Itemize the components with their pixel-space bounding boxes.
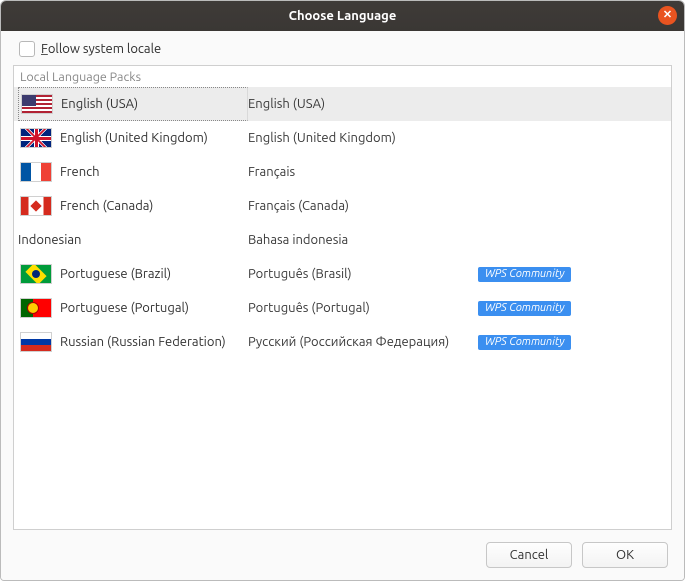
flag-pt-icon (20, 298, 52, 318)
flag-ru-icon (20, 332, 52, 352)
flag-uk-icon (20, 128, 52, 148)
language-cell-name: Portuguese (Brazil) (18, 257, 248, 291)
language-list: English (USA) English (USA) English (Unite… (14, 87, 671, 529)
dialog-footer: Cancel OK (13, 530, 672, 568)
language-cell-name: French (18, 155, 248, 189)
cancel-button[interactable]: Cancel (486, 542, 572, 568)
language-row[interactable]: Portuguese (Brazil) Português (Brasil)WPS… (14, 257, 671, 291)
language-cell-name: French (Canada) (18, 189, 248, 223)
titlebar: Choose Language ✕ (1, 1, 684, 31)
language-native: Bahasa indonesia (248, 233, 478, 247)
language-name: French (60, 165, 100, 179)
flag-ca-icon (20, 196, 52, 216)
community-badge: WPS Community (478, 301, 571, 316)
language-native: Português (Portugal) (248, 301, 478, 315)
window-title: Choose Language (289, 9, 397, 23)
language-name: Portuguese (Portugal) (60, 301, 189, 315)
language-name: English (USA) (61, 97, 138, 111)
language-native: English (United Kingdom) (248, 131, 478, 145)
language-badge-cell: WPS Community (478, 301, 667, 316)
language-native: Português (Brasil) (248, 267, 478, 281)
follow-system-locale-checkbox[interactable]: Follow system locale (19, 41, 672, 57)
language-row[interactable]: Portuguese (Portugal) Português (Portugal… (14, 291, 671, 325)
dialog-body: Follow system locale Local Language Pack… (1, 31, 684, 580)
language-row[interactable]: English (USA) English (USA) (14, 87, 671, 121)
checkbox-box (19, 41, 35, 57)
language-cell-name: Indonesian (18, 223, 248, 257)
language-native: English (USA) (248, 97, 478, 111)
language-row[interactable]: Russian (Russian Federation) Русский (Рос… (14, 325, 671, 359)
language-row[interactable]: Indonesian Bahasa indonesia (14, 223, 671, 257)
dialog-window: Choose Language ✕ Follow system locale L… (0, 0, 685, 581)
language-cell-name: English (United Kingdom) (18, 121, 248, 155)
language-native: Français (Canada) (248, 199, 478, 213)
language-name: Indonesian (18, 233, 81, 247)
community-badge: WPS Community (478, 267, 571, 282)
flag-us-icon (21, 94, 53, 114)
language-cell-name: Portuguese (Portugal) (18, 291, 248, 325)
follow-system-locale-label: Follow system locale (41, 42, 161, 56)
ok-button[interactable]: OK (582, 542, 668, 568)
language-badge-cell: WPS Community (478, 335, 667, 350)
language-native: Русский (Российская Федерация) (248, 335, 478, 349)
language-badge-cell: WPS Community (478, 267, 667, 282)
language-name: French (Canada) (60, 199, 153, 213)
panel-header: Local Language Packs (14, 66, 671, 87)
language-cell-name: English (USA) (18, 87, 248, 121)
flag-fr-icon (20, 162, 52, 182)
language-row[interactable]: French (Canada) Français (Canada) (14, 189, 671, 223)
language-native: Français (248, 165, 478, 179)
close-button[interactable]: ✕ (658, 6, 677, 25)
language-name: Portuguese (Brazil) (60, 267, 171, 281)
language-cell-name: Russian (Russian Federation) (18, 325, 248, 359)
flag-br-icon (20, 264, 52, 284)
language-row[interactable]: English (United Kingdom) English (United … (14, 121, 671, 155)
language-name: English (United Kingdom) (60, 131, 208, 145)
community-badge: WPS Community (478, 335, 571, 350)
close-icon: ✕ (663, 10, 672, 21)
language-panel: Local Language Packs English (USA)Englis… (13, 65, 672, 530)
language-name: Russian (Russian Federation) (60, 335, 226, 349)
language-row[interactable]: French Français (14, 155, 671, 189)
